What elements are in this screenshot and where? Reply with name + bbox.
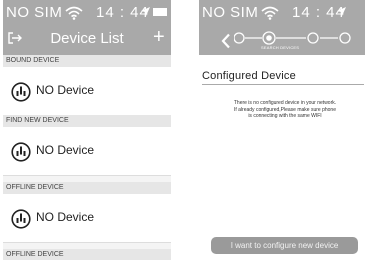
header-row: Device List + xyxy=(3,26,171,50)
section-header-find-new: FIND NEW DEVICE xyxy=(3,115,171,127)
configure-new-device-button[interactable]: I want to configure new device xyxy=(211,237,358,254)
back-arrow-icon[interactable] xyxy=(221,33,231,49)
device-label: NO Device xyxy=(36,210,95,224)
carrier-label: NO SIM xyxy=(202,4,259,21)
page-title: Configured Device xyxy=(202,70,296,82)
step-2-active-dot xyxy=(266,35,272,41)
stepper-track xyxy=(233,31,351,45)
list-item[interactable]: NO Device xyxy=(3,127,171,176)
section-header-offline: OFFLINE DEVICE xyxy=(3,249,171,260)
location-arrow-icon xyxy=(141,7,150,16)
step-1-dot xyxy=(233,32,245,44)
device-icon xyxy=(11,142,31,162)
location-arrow-icon xyxy=(337,7,346,16)
step-caption: SEARCH DEVICES xyxy=(261,45,300,50)
battery-icon xyxy=(153,8,167,16)
add-device-button[interactable]: + xyxy=(153,26,165,49)
info-message: There is no configured device in your ne… xyxy=(209,100,361,120)
step-4-dot xyxy=(339,32,351,44)
device-list-screen: NO SIM 14 : 44 Device List + BOUND DEVIC… xyxy=(3,0,171,260)
list-item[interactable]: NO Device xyxy=(3,67,171,116)
progress-stepper: SEARCH DEVICES xyxy=(233,31,354,51)
carrier-label: NO SIM xyxy=(6,4,63,21)
wifi-icon xyxy=(261,6,279,20)
step-3-dot xyxy=(307,32,319,44)
info-line: is connecting with the same WIFI xyxy=(248,113,322,119)
configured-device-screen: NO SIM 14 : 44 SEARCH DEVICES Configured… xyxy=(199,0,365,260)
wifi-icon xyxy=(65,6,83,20)
status-bar: NO SIM 14 : 44 xyxy=(199,0,365,24)
list-item[interactable]: NO Device xyxy=(3,194,171,243)
page-title: Device List xyxy=(50,30,124,47)
device-label: NO Device xyxy=(36,143,95,157)
device-label: NO Device xyxy=(36,83,95,97)
title-divider xyxy=(202,84,364,85)
device-icon xyxy=(11,209,31,229)
top-bar: NO SIM 14 : 44 Device List + xyxy=(3,0,171,55)
status-bar: NO SIM 14 : 44 xyxy=(3,0,171,24)
device-icon xyxy=(11,82,31,102)
top-bar: NO SIM 14 : 44 SEARCH DEVICES xyxy=(199,0,365,55)
section-header-offline: OFFLINE DEVICE xyxy=(3,182,171,194)
section-header-bound: BOUND DEVICE xyxy=(3,55,171,67)
